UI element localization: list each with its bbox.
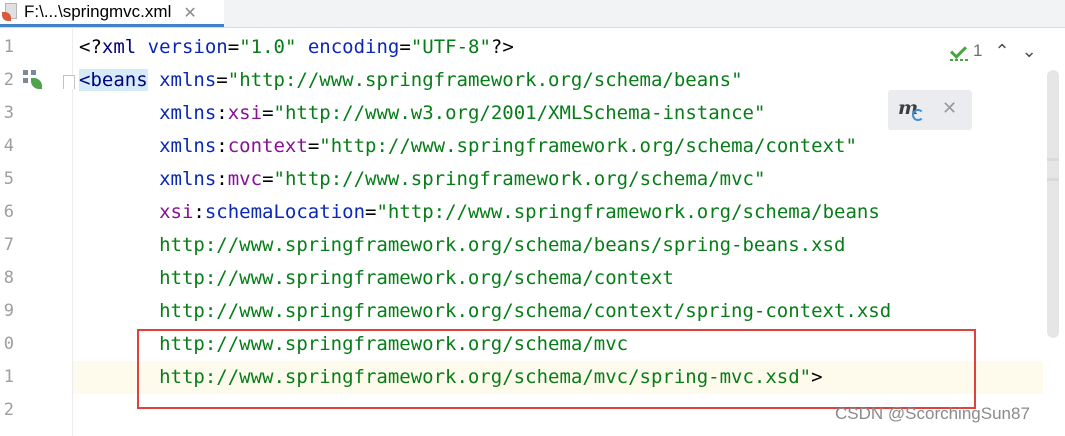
code-token-ns: xsi bbox=[227, 102, 263, 124]
code-line[interactable]: xmlns:xsi="http://www.w3.org/2001/XMLSch… bbox=[79, 97, 765, 130]
code-token-taghl: <beans bbox=[79, 69, 148, 91]
vertical-scrollbar[interactable] bbox=[1044, 28, 1065, 436]
tab-springmvc-xml[interactable]: F:\...\springmvc.xml ✕ bbox=[0, 0, 224, 27]
code-token-val: http://www.springframework.org/schema/co… bbox=[159, 267, 674, 289]
line-number[interactable]: 7 bbox=[0, 229, 14, 262]
code-line[interactable]: xsi:schemaLocation="http://www.springfra… bbox=[79, 196, 880, 229]
code-line[interactable]: xmlns:context="http://www.springframewor… bbox=[79, 130, 857, 163]
line-number[interactable]: 2 bbox=[0, 64, 14, 97]
inspection-check-icon[interactable] bbox=[950, 41, 970, 61]
code-token-attr: xmlns bbox=[159, 69, 217, 91]
line-gutter: 123456789012 bbox=[0, 28, 106, 436]
code-token-val: "http://www.springframework.org/schema/m… bbox=[273, 168, 766, 190]
code-token-tag: xml bbox=[101, 36, 137, 58]
close-icon[interactable]: ✕ bbox=[942, 98, 957, 119]
code-token-attr: version bbox=[147, 36, 228, 58]
code-token-plain: = bbox=[262, 102, 274, 124]
code-line[interactable]: http://www.springframework.org/schema/be… bbox=[79, 229, 845, 262]
code-token-attr: encoding bbox=[307, 36, 400, 58]
code-token-val: "http://www.springframework.org/schema/b… bbox=[376, 201, 880, 223]
line-number[interactable]: 2 bbox=[0, 394, 14, 427]
code-token-attr: schemaLocation bbox=[204, 201, 366, 223]
line-number[interactable]: 1 bbox=[0, 31, 14, 64]
maven-reload-icon[interactable]: m bbox=[898, 97, 926, 123]
code-token-plain: : bbox=[193, 201, 205, 223]
code-line[interactable]: http://www.springframework.org/schema/co… bbox=[79, 262, 674, 295]
line-number[interactable]: 9 bbox=[0, 295, 14, 328]
code-token-val: "1.0" bbox=[239, 36, 297, 58]
code-token-val: http://www.springframework.org/schema/be… bbox=[159, 234, 846, 256]
code-token-attr: xmlns bbox=[159, 168, 217, 190]
code-token-plain: = bbox=[307, 135, 320, 157]
code-line[interactable]: <beans xmlns="http://www.springframework… bbox=[79, 64, 743, 97]
tab-title: F:\...\springmvc.xml bbox=[24, 2, 172, 21]
code-token-plain: : bbox=[216, 168, 228, 190]
code-token-plain: = bbox=[365, 201, 377, 223]
code-token-val: "http://www.springframework.org/schema/c… bbox=[319, 135, 857, 157]
code-token-attr: xmlns bbox=[159, 102, 217, 124]
chevron-up-icon[interactable]: ⌃ bbox=[994, 41, 1009, 62]
code-token-ns: context bbox=[227, 135, 308, 157]
line-number[interactable]: 0 bbox=[0, 328, 14, 361]
chevron-down-icon[interactable]: ⌄ bbox=[1022, 41, 1037, 62]
inspection-count: 1 bbox=[973, 41, 983, 60]
line-number[interactable]: 6 bbox=[0, 196, 14, 229]
code-token-ns: mvc bbox=[227, 168, 263, 190]
code-token-ns: xsi bbox=[159, 201, 194, 223]
code-token-plain: : bbox=[216, 102, 228, 124]
code-line[interactable]: http://www.springframework.org/schema/co… bbox=[79, 295, 891, 328]
line-number[interactable]: 8 bbox=[0, 262, 14, 295]
line-number[interactable]: 3 bbox=[0, 97, 14, 130]
maven-reload-popup: m ✕ bbox=[888, 90, 972, 130]
code-token-val: "UTF-8" bbox=[410, 36, 491, 58]
editor-tab-bar: F:\...\springmvc.xml ✕ bbox=[0, 0, 1065, 28]
code-token-val: http://www.springframework.org/schema/co… bbox=[159, 300, 892, 322]
annotation-rectangle bbox=[137, 329, 976, 409]
line-number[interactable]: 5 bbox=[0, 163, 14, 196]
watermark: CSDN @ScorchingSun87 bbox=[835, 404, 1030, 423]
scrollbar-marker bbox=[1047, 178, 1059, 181]
code-token-attr: xmlns bbox=[159, 135, 217, 157]
code-token-val: "http://www.w3.org/2001/XMLSchema-instan… bbox=[273, 102, 766, 124]
code-token-plain: = bbox=[216, 69, 228, 91]
code-token-val: "http://www.springframework.org/schema/b… bbox=[227, 69, 743, 91]
code-token-plain: <? bbox=[79, 36, 102, 58]
code-line[interactable]: <?xml version="1.0" encoding="UTF-8"?> bbox=[79, 31, 514, 64]
line-number[interactable]: 4 bbox=[0, 130, 14, 163]
code-token-plain: : bbox=[216, 135, 228, 157]
spring-bean-icon[interactable] bbox=[23, 70, 43, 90]
close-icon[interactable]: ✕ bbox=[183, 3, 196, 22]
inspection-widget[interactable]: 1 ⌃ ⌄ bbox=[950, 38, 1037, 64]
line-number[interactable]: 1 bbox=[0, 361, 14, 394]
code-token-plain: ?> bbox=[490, 36, 514, 58]
code-token-plain: = bbox=[227, 36, 240, 58]
xml-file-icon bbox=[2, 2, 20, 22]
code-token-plain: = bbox=[262, 168, 274, 190]
code-token-plain: = bbox=[399, 36, 411, 58]
code-line[interactable]: xmlns:mvc="http://www.springframework.or… bbox=[79, 163, 765, 196]
scrollbar-marker bbox=[1047, 158, 1059, 161]
scrollbar-thumb[interactable] bbox=[1047, 70, 1059, 338]
